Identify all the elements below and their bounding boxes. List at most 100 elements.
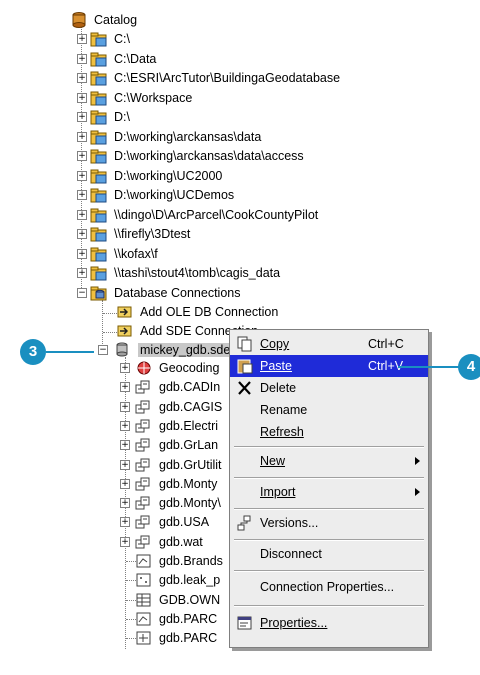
database-connections-icon [90,286,107,301]
folder-connection-icon [90,91,107,105]
table-icon [136,593,151,607]
tree-item-label: gdb.PARC [159,611,218,626]
expand-icon[interactable]: + [77,92,87,103]
expand-icon[interactable]: + [120,401,130,412]
tree-item-label: D:\working\UCDemos [114,188,235,202]
collapse-icon[interactable]: − [77,288,87,298]
folder-connection-icon [90,208,107,222]
tree-item-label: gdb.CADIn [159,380,221,395]
menu-label: Copy [260,337,290,351]
feature-class-icon [136,612,151,626]
add-connection-icon [117,306,132,318]
tree-item-label: C:\ [114,32,130,46]
menu-label: Paste [260,359,292,373]
expand-icon[interactable]: + [77,209,87,220]
tree-item-label: gdb.Electri [159,418,219,433]
expand-icon[interactable]: + [120,420,130,431]
expand-icon[interactable]: + [77,268,87,278]
feature-dataset-icon [135,400,150,414]
expand-icon[interactable]: + [120,363,130,373]
tree-item-label: Catalog [94,13,138,27]
expand-icon[interactable]: + [77,34,87,44]
folder-connection-icon [90,71,107,86]
expand-icon[interactable]: + [77,131,87,142]
menu-label: Refresh [260,425,304,439]
expand-icon[interactable]: + [77,170,87,181]
paste-icon [237,359,253,374]
tree-item-label: GDB.OWN [159,592,221,607]
expand-icon[interactable]: + [120,440,130,451]
tree-item-label: gdb.CAGIS [159,399,223,414]
tree-item-label: C:\Data [114,51,157,66]
feature-dataset-icon [135,477,150,491]
menu-item-delete[interactable]: Delete [230,377,428,399]
menu-label: Rename [260,403,308,417]
menu-item-rename[interactable]: Rename [230,399,428,421]
tree-item-label: gdb.Monty [159,476,218,491]
feature-dataset-icon [135,438,150,452]
tree-item-label: \\tashi\stout4\tomb\cagis_data [114,266,281,280]
folder-connection-icon [90,52,107,66]
tree-item-label: Add OLE DB Connection [140,305,279,319]
submenu-arrow-icon [415,488,420,496]
delete-icon [238,381,251,395]
callout-step-4: 4 [458,354,480,380]
expand-icon[interactable]: + [77,53,87,64]
folder-connection-icon [90,32,107,47]
expand-icon[interactable]: + [77,248,87,259]
menu-separator [234,605,424,607]
tree-item-label: \\kofax\f [114,246,158,261]
menu-label: Connection Properties... [260,580,395,594]
tree-item-label: Database Connections [114,286,241,300]
expand-icon[interactable]: + [120,382,130,393]
menu-item-disconnect[interactable]: Disconnect [230,543,428,565]
feature-dataset-icon [135,535,150,549]
folder-connection-icon [90,130,107,144]
callout-step-3: 3 [20,339,46,365]
raster-icon [136,573,151,587]
folder-connection-icon [90,110,107,125]
add-connection-icon [117,325,132,337]
menu-item-refresh[interactable]: Refresh [230,421,428,443]
menu-item-copy[interactable]: Copy Ctrl+C [230,333,428,355]
menu-item-import[interactable]: Import [230,481,428,503]
folder-connection-icon [90,188,107,203]
tree-item-label: D:\ [114,110,130,124]
menu-shortcut: Ctrl+C [368,337,404,351]
geocoding-icon [137,361,151,375]
expand-icon[interactable]: + [77,151,87,161]
tree-item-label: gdb.Brands [159,554,223,568]
menu-label: Versions... [260,516,319,530]
expand-icon[interactable]: + [77,190,87,200]
tree-item-label: gdb.wat [159,534,203,549]
expand-icon[interactable]: + [120,459,130,470]
tree-item-label: gdb.GrLan [159,438,219,453]
expand-icon[interactable]: + [77,229,87,239]
tree-item-label: D:\working\UC2000 [114,168,223,183]
expand-icon[interactable]: + [120,517,130,528]
folder-connection-icon [90,169,107,183]
expand-icon[interactable]: + [120,498,130,509]
tree-item-label: gdb.GrUtilit [159,457,222,472]
menu-label: Disconnect [260,547,322,561]
expand-icon[interactable]: + [77,112,87,122]
submenu-arrow-icon [415,457,420,465]
feature-dataset-icon [135,458,150,471]
menu-label: Import [260,485,296,499]
tree-item-label: C:\ESRI\ArcTutor\BuildingaGeodatabase [114,71,341,85]
folder-connection-icon [90,149,107,164]
expand-icon[interactable]: + [120,536,130,547]
catalog-icon [72,12,86,28]
menu-label: Properties... [260,616,328,630]
menu-item-versions[interactable]: Versions... [230,512,428,534]
collapse-icon[interactable]: − [98,345,108,355]
menu-item-new[interactable]: New [230,450,428,472]
expand-icon[interactable]: + [77,73,87,83]
menu-item-properties[interactable]: Properties... [230,612,428,634]
expand-icon[interactable]: + [120,478,130,489]
menu-item-connection-properties[interactable]: Connection Properties... [230,576,428,598]
callout-line [398,366,460,368]
tree-item-label: \\firefly\3Dtest [114,227,191,241]
menu-separator [234,508,424,510]
tree-item-label: D:\working\arckansas\data\access [114,149,304,163]
